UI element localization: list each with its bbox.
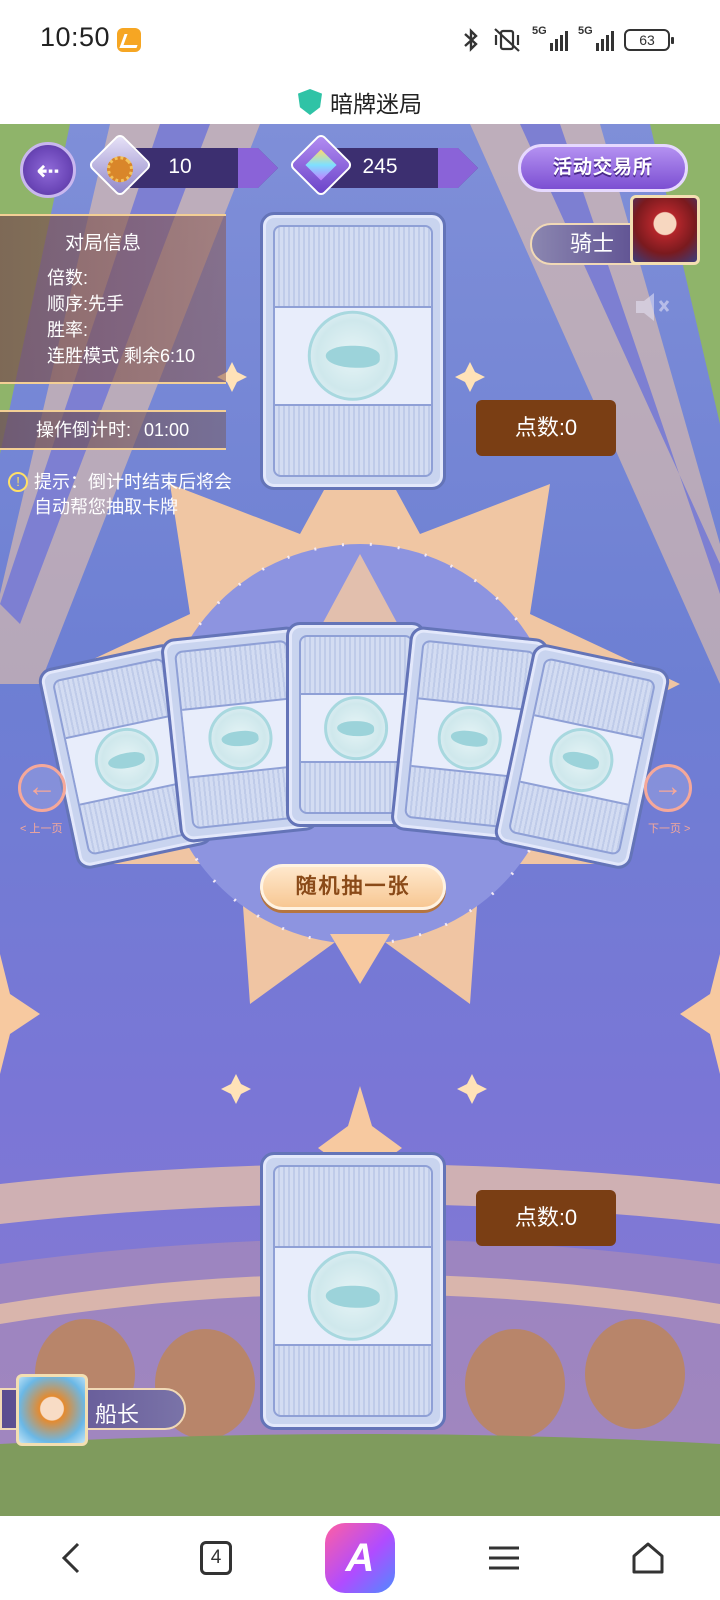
player-tag: 船长 xyxy=(0,1374,200,1446)
browser-bottom-nav: 4 A xyxy=(0,1516,720,1600)
opponent-points: 点数:0 xyxy=(476,400,616,456)
battery-icon: 63 xyxy=(624,29,674,51)
opponent-name: 骑士 xyxy=(570,231,615,256)
ai-logo-icon: A xyxy=(325,1523,395,1593)
opponent-avatar[interactable] xyxy=(630,195,700,265)
back-gear-icon[interactable]: ⇠ xyxy=(20,142,76,198)
page-title: 暗牌迷局 xyxy=(330,91,422,117)
random-draw-label: 随机抽一张 xyxy=(295,875,411,898)
home-button[interactable] xyxy=(612,1528,684,1588)
match-info-panel: 对局信息 倍数: 顺序:先手 胜率: 连胜模式 剩余6:10 xyxy=(0,214,226,384)
next-page-button[interactable]: → xyxy=(644,764,692,812)
page-title-bar: 暗牌迷局 xyxy=(0,80,720,124)
next-page-label[interactable]: 下一页 > xyxy=(648,820,690,836)
countdown-label: 操作倒计时: xyxy=(36,420,132,440)
multiplier-label: 倍数: xyxy=(47,268,89,288)
prev-page-label[interactable]: < 上一页 xyxy=(20,820,62,836)
tabs-count: 4 xyxy=(200,1541,232,1575)
info-icon: ! xyxy=(8,472,28,492)
action-countdown: 操作倒计时: 01:00 xyxy=(0,410,226,450)
shield-icon xyxy=(298,89,322,115)
signal-label: 5G xyxy=(578,25,593,37)
vibrate-off-icon xyxy=(494,28,520,52)
win-rate-label: 胜率: xyxy=(47,320,89,340)
app-badge-icon xyxy=(117,28,141,52)
streak-mode-label: 连胜模式 剩余6:10 xyxy=(47,346,196,366)
countdown-value: 01:00 xyxy=(144,420,190,440)
game-board: ⇠ 10 245 活动交易所 对局信息 倍数: 顺序:先手 胜率: 连胜模式 剩… xyxy=(0,124,720,1516)
bluetooth-icon xyxy=(464,28,478,52)
ai-assistant-button[interactable]: A xyxy=(324,1523,396,1593)
chevron-left-icon xyxy=(61,1542,80,1574)
match-info-title: 对局信息 xyxy=(65,233,142,254)
signal-icon: 5G xyxy=(578,25,614,51)
status-bar: 10:50 5G 5G 63 xyxy=(0,0,720,80)
player-card xyxy=(260,1152,446,1430)
mute-icon[interactable] xyxy=(632,289,672,325)
top-hud: ⇠ 10 245 活动交易所 xyxy=(0,132,720,202)
signal-icon: 5G xyxy=(532,25,568,51)
player-name: 船长 xyxy=(95,1402,140,1427)
signal-label: 5G xyxy=(532,25,547,37)
prev-page-button[interactable]: ← xyxy=(18,764,66,812)
back-button[interactable] xyxy=(36,1528,108,1588)
order-label: 顺序:先手 xyxy=(47,294,125,314)
status-icons: 5G 5G 63 xyxy=(460,24,674,56)
random-draw-button[interactable]: 随机抽一张 xyxy=(260,864,446,910)
player-points: 点数:0 xyxy=(476,1190,616,1246)
activity-exchange-button[interactable]: 活动交易所 xyxy=(518,144,688,192)
opponent-card xyxy=(260,212,446,490)
tabs-button[interactable]: 4 xyxy=(180,1528,252,1588)
player-avatar[interactable] xyxy=(16,1374,88,1446)
status-time: 10:50 xyxy=(40,22,111,52)
opponent-tag: 骑士 xyxy=(530,195,720,271)
menu-icon xyxy=(489,1546,519,1570)
hint-text: 提示：倒计时结束后将会自动帮您抽取卡牌 xyxy=(34,472,232,517)
hint-box: ! 提示：倒计时结束后将会自动帮您抽取卡牌 xyxy=(8,470,238,517)
menu-button[interactable] xyxy=(468,1528,540,1588)
home-icon xyxy=(632,1542,664,1574)
